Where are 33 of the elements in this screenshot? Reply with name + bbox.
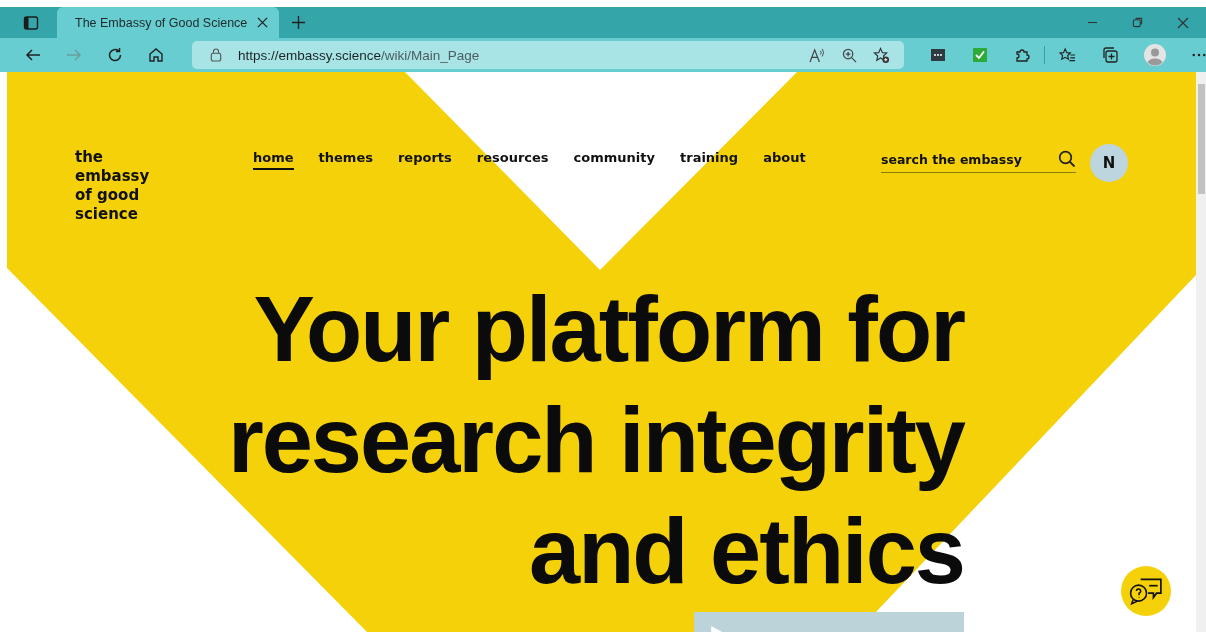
address-bar[interactable]: https://embassy.science/wiki/Main_Page [192,41,904,69]
add-favorite-icon[interactable] [873,46,890,64]
search-icon[interactable] [1058,150,1076,168]
tab-title: The Embassy of Good Science [75,15,248,30]
more-icon[interactable] [1192,53,1206,57]
restore-icon[interactable] [1132,17,1143,28]
extensions-icon[interactable] [1014,47,1030,63]
collections-icon[interactable] [1102,47,1118,63]
nav-link[interactable]: themes [318,149,373,170]
lock-icon [210,48,222,62]
nav-link[interactable]: reports [397,149,452,170]
refresh-icon[interactable] [107,47,123,63]
zoom-icon[interactable] [842,47,857,63]
close-tab-icon[interactable] [257,17,269,28]
scrollbar[interactable] [1196,72,1206,632]
checkmark-icon[interactable] [972,47,988,63]
search-field[interactable]: search the embassy [881,150,1076,173]
help-chat-button[interactable] [1121,566,1171,616]
back-icon[interactable] [25,47,41,63]
tab-actions-icon[interactable] [23,14,39,31]
new-tab-icon[interactable] [291,15,306,30]
nav-link[interactable]: about [763,149,806,170]
nav-link[interactable]: home [253,149,294,170]
extension-icon[interactable] [930,47,946,63]
nav-link[interactable]: community [573,149,655,170]
home-icon[interactable] [148,47,164,63]
close-icon[interactable] [1177,16,1189,29]
browser-tab[interactable]: The Embassy of Good Science [57,7,279,38]
favorites-icon[interactable] [1059,47,1076,63]
site-logo[interactable]: the embassy of good science [75,147,185,224]
read-aloud-icon[interactable] [809,47,826,63]
url-text: https://embassy.science/wiki/Main_Page [238,47,480,63]
help-chat-icon [1129,576,1163,606]
